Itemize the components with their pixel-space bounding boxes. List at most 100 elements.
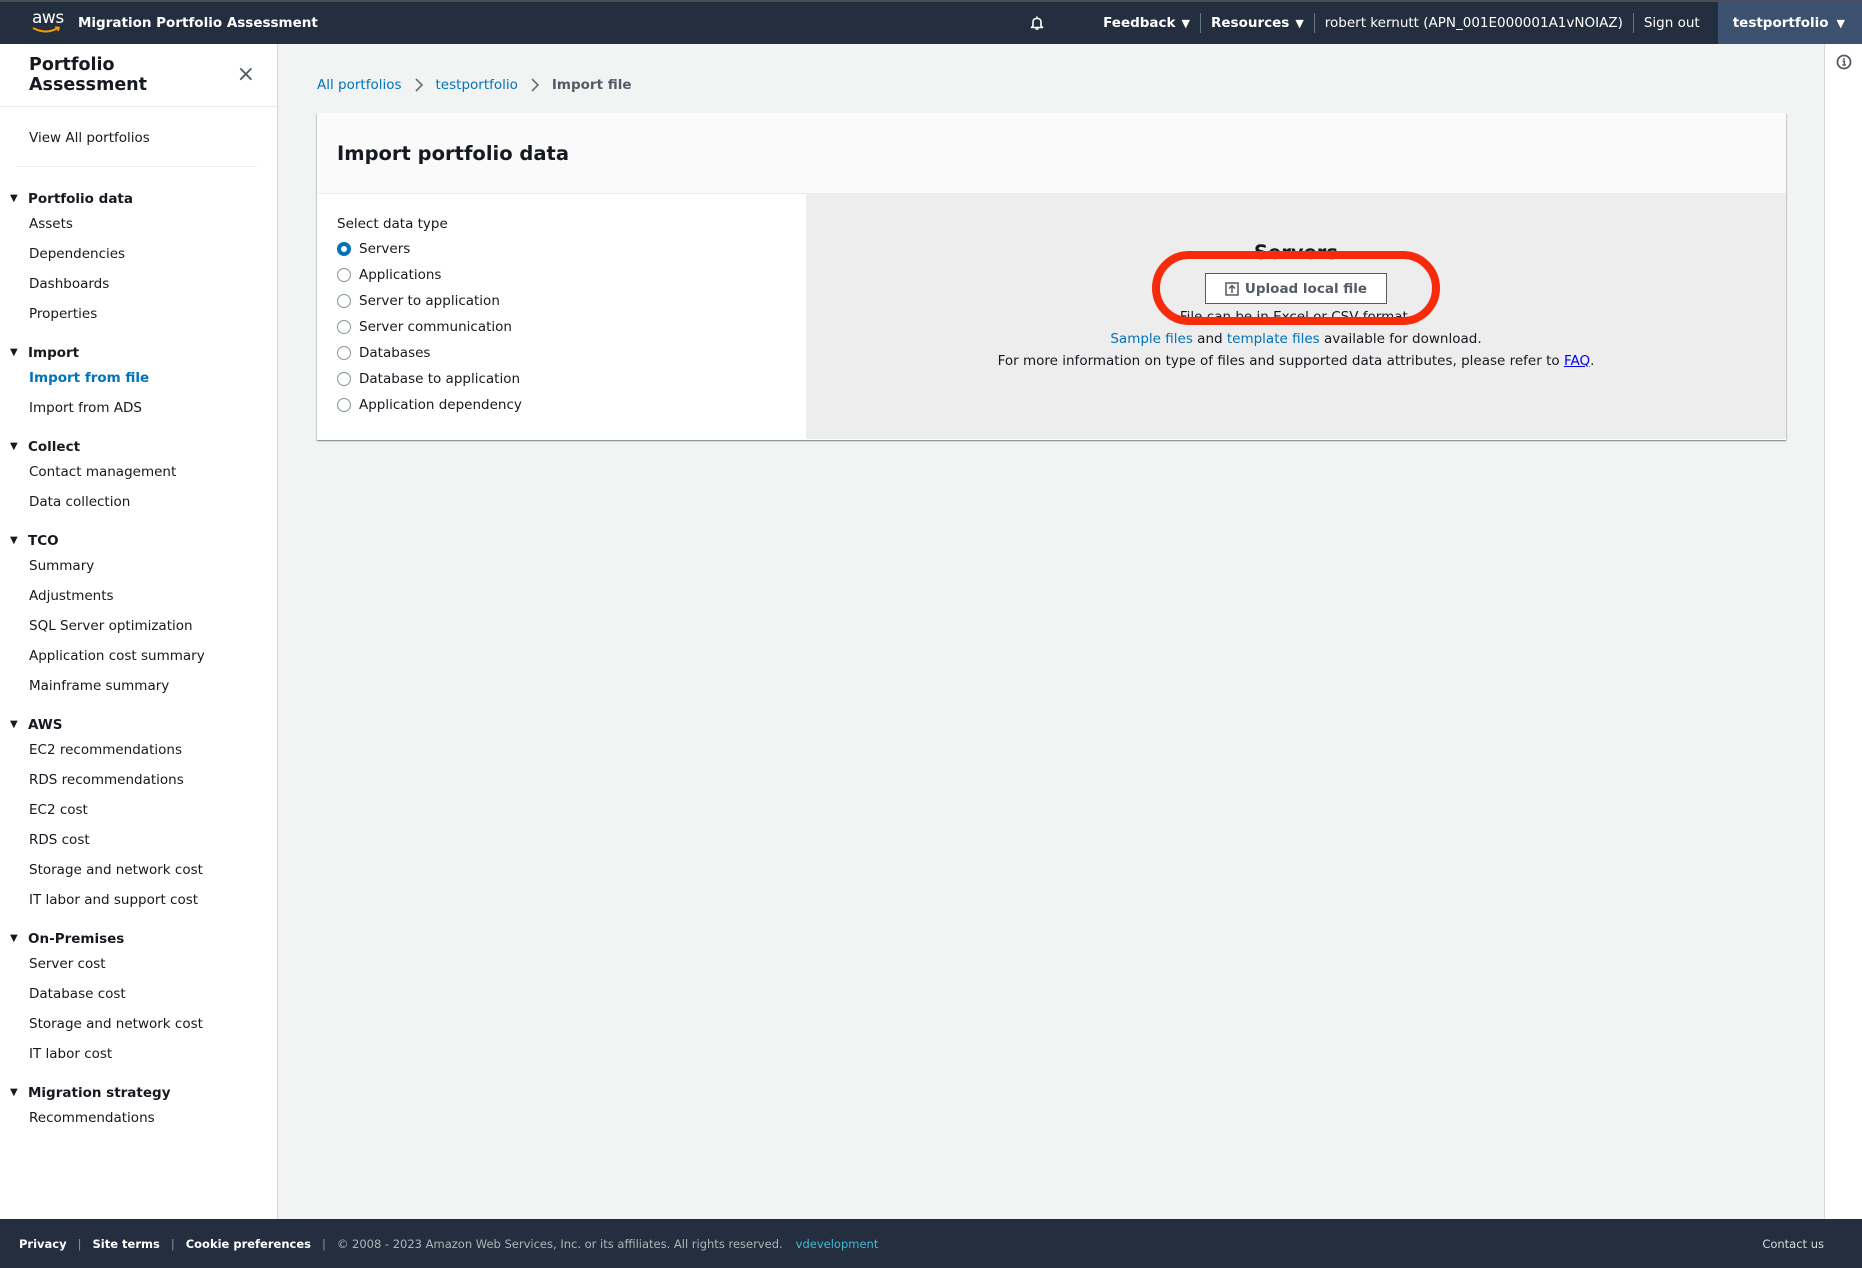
sidebar-section-label: AWS — [28, 716, 63, 733]
sidebar-section-toggle[interactable]: ▼ On-Premises — [0, 928, 277, 949]
sidebar-item[interactable]: Import from file — [29, 363, 277, 393]
info-icon[interactable] — [1836, 54, 1852, 74]
data-type-option[interactable]: Database to application — [337, 366, 786, 392]
sign-out-link[interactable]: Sign out — [1634, 13, 1710, 33]
sidebar-item[interactable]: Summary — [29, 551, 277, 581]
site-terms-link[interactable]: Site terms — [93, 1237, 160, 1251]
sidebar-item-view-all-portfolios[interactable]: View All portfolios — [0, 107, 277, 166]
sidebar-item[interactable]: Adjustments — [29, 581, 277, 611]
chevron-right-icon — [530, 78, 540, 92]
option-label: Server to application — [359, 293, 500, 309]
sidebar-item[interactable]: SQL Server optimization — [29, 611, 277, 641]
data-type-option[interactable]: Application dependency — [337, 392, 786, 418]
breadcrumb-testportfolio[interactable]: testportfolio — [436, 77, 518, 93]
data-type-option[interactable]: Applications — [337, 262, 786, 288]
sidebar-item[interactable]: Server cost — [29, 949, 277, 979]
radio-unchecked[interactable] — [337, 320, 351, 334]
sample-files-link[interactable]: Sample files — [1110, 331, 1193, 347]
sidebar-title: Portfolio Assessment — [29, 55, 148, 95]
sidebar-section-toggle[interactable]: ▼ TCO — [0, 530, 277, 551]
sidebar-item[interactable]: Assets — [29, 209, 277, 239]
sidebar-section-toggle[interactable]: ▼ Import — [0, 342, 277, 363]
aws-smile-icon — [32, 26, 61, 33]
radio-unchecked[interactable] — [337, 346, 351, 360]
portfolio-name: testportfolio — [1732, 15, 1829, 31]
copyright-text: © 2008 - 2023 Amazon Web Services, Inc. … — [336, 1236, 783, 1251]
radio-unchecked[interactable] — [337, 398, 351, 412]
radio-unchecked[interactable] — [337, 294, 351, 308]
sidebar-item[interactable]: Import from ADS — [29, 393, 277, 423]
feedback-label: Feedback — [1103, 15, 1176, 31]
breadcrumb-current: Import file — [551, 77, 632, 93]
user-name: robert kernutt (APN_001E000001A1vNOIAZ) — [1324, 15, 1623, 31]
data-type-option[interactable]: Databases — [337, 340, 786, 366]
sidebar-section: ▼ Portfolio data Assets Dependencies Dashboa… — [0, 188, 277, 329]
radio-unchecked[interactable] — [337, 268, 351, 282]
sidebar-item[interactable]: IT labor cost — [29, 1039, 277, 1069]
sidebar-item[interactable]: Data collection — [29, 487, 277, 517]
breadcrumb-all-portfolios[interactable]: All portfolios — [317, 77, 402, 93]
data-type-option[interactable]: Server communication — [337, 314, 786, 340]
sidebar-section-toggle[interactable]: ▼ Collect — [0, 436, 277, 457]
sidebar-item[interactable]: RDS cost — [29, 825, 277, 855]
privacy-link[interactable]: Privacy — [19, 1237, 67, 1251]
close-icon[interactable]: × — [237, 64, 255, 86]
hint-text: . — [1590, 353, 1595, 369]
footer-divider: | — [77, 1236, 82, 1251]
cookie-preferences-link[interactable]: Cookie preferences — [186, 1237, 311, 1251]
caret-down-icon: ▼ — [10, 193, 18, 204]
option-label: Servers — [359, 241, 411, 257]
sidebar-item[interactable]: Properties — [29, 299, 277, 329]
caret-down-icon: ▼ — [1181, 16, 1190, 30]
sidebar-item[interactable]: IT labor and support cost — [29, 885, 277, 915]
sidebar-item[interactable]: Database cost — [29, 979, 277, 1009]
sidebar-item[interactable]: Contact management — [29, 457, 277, 487]
caret-down-icon: ▼ — [1295, 16, 1304, 30]
hint-text: For more information on type of files an… — [997, 353, 1564, 369]
caret-down-icon: ▼ — [10, 933, 18, 944]
user-account[interactable]: robert kernutt (APN_001E000001A1vNOIAZ) — [1315, 13, 1633, 33]
sidebar-section: ▼ Migration strategy Recommendations — [0, 1082, 277, 1133]
sidebar-item[interactable]: Application cost summary — [29, 641, 277, 671]
format-hint: File can be in Excel or CSV format. — [1179, 309, 1413, 325]
import-panel: Import portfolio data Select data type S… — [317, 113, 1786, 440]
sidebar-item[interactable]: Dashboards — [29, 269, 277, 299]
sidebar-item[interactable]: Storage and network cost — [29, 1009, 277, 1039]
caret-down-icon: ▼ — [10, 719, 18, 730]
sidebar-section-toggle[interactable]: ▼ Migration strategy — [0, 1082, 277, 1103]
sidebar-item[interactable]: EC2 recommendations — [29, 735, 277, 765]
sidebar-item[interactable]: Recommendations — [29, 1103, 277, 1133]
option-label: Databases — [359, 345, 431, 361]
sidebar-header: Portfolio Assessment × — [0, 44, 277, 107]
contact-us-link[interactable]: Contact us — [1762, 1237, 1824, 1251]
hint-text: and — [1192, 331, 1227, 347]
sidebar-section-toggle[interactable]: ▼ Portfolio data — [0, 188, 277, 209]
sidebar-section-toggle[interactable]: ▼ AWS — [0, 714, 277, 735]
caret-down-icon: ▼ — [10, 441, 18, 452]
sidebar-item[interactable]: EC2 cost — [29, 795, 277, 825]
bell-icon[interactable] — [1029, 15, 1045, 31]
sidebar-item[interactable]: Mainframe summary — [29, 671, 277, 701]
faq-link[interactable]: FAQ — [1564, 353, 1590, 369]
sidebar-section-label: Migration strategy — [28, 1084, 171, 1101]
upload-local-file-button[interactable]: Upload local file — [1204, 273, 1388, 304]
portfolio-selector[interactable]: testportfolio ▼ — [1717, 2, 1862, 44]
data-type-option[interactable]: Server to application — [337, 288, 786, 314]
radio-checked[interactable] — [337, 242, 351, 256]
sidebar-item[interactable]: Dependencies — [29, 239, 277, 269]
resources-label: Resources — [1210, 15, 1290, 31]
template-files-link[interactable]: template files — [1227, 331, 1320, 347]
sidebar-section-label: TCO — [28, 532, 59, 549]
sidebar-item[interactable]: RDS recommendations — [29, 765, 277, 795]
sidebar-section-label: Collect — [28, 438, 81, 455]
resources-menu[interactable]: Resources ▼ — [1201, 13, 1314, 33]
sidebar-item[interactable]: Storage and network cost — [29, 855, 277, 885]
data-type-option[interactable]: Servers — [337, 236, 786, 262]
radio-unchecked[interactable] — [337, 372, 351, 386]
faq-hint: For more information on type of files an… — [806, 350, 1786, 372]
aws-logo[interactable]: aws Migration Portfolio Assessment — [32, 8, 318, 36]
aws-logo-mark: aws — [32, 8, 64, 36]
panel-header: Import portfolio data — [317, 113, 1786, 194]
feedback-menu[interactable]: Feedback ▼ — [1093, 13, 1200, 33]
sidebar-section: ▼ Import Import from file Import from ADS — [0, 342, 277, 423]
